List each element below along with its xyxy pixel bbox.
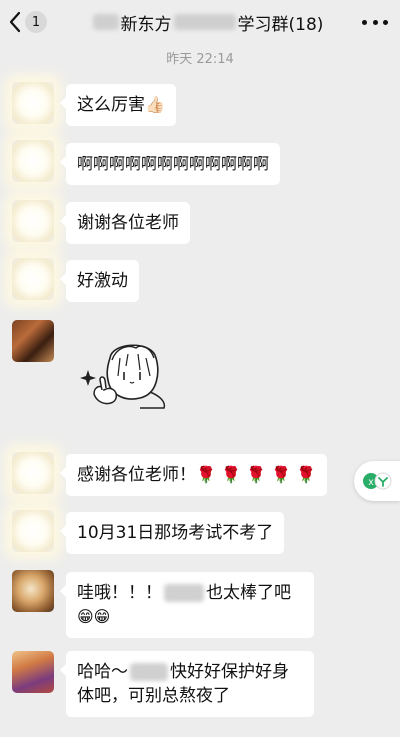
chat-title-text: 新东方 <box>120 14 172 35</box>
message-timestamp: 昨天 22:14 <box>166 52 234 67</box>
dot-icon <box>362 19 367 25</box>
message-bubble[interactable]: 10月31日那场考试不考了 <box>59 512 285 554</box>
thumbs-up-emoji: 👍🏻 <box>145 95 165 114</box>
floating-app-button[interactable]: x <box>354 461 400 501</box>
back-button[interactable]: 1 <box>8 10 54 34</box>
message-text: 快好好保护好身 <box>170 662 289 682</box>
wecom-icon: x <box>363 472 392 490</box>
message-bubble[interactable]: 好激动 <box>60 260 139 302</box>
message-text: 哇哦！！！ <box>77 583 162 603</box>
redacted-text <box>164 584 204 602</box>
message-text: 也太棒了吧 <box>206 583 291 603</box>
message-text: 啊啊啊啊啊啊啊啊啊啊啊啊 <box>77 154 270 173</box>
redacted-text <box>92 14 119 30</box>
message-bubble[interactable]: 谢谢各位老师 <box>60 202 190 244</box>
message-bubble[interactable]: 哈哈～ 快好好保护好身 体吧，可别总熬夜了 <box>60 651 314 717</box>
avatar[interactable] <box>12 651 54 693</box>
chat-header: 1 新东方 学习群(18) <box>0 0 400 44</box>
avatar[interactable] <box>12 258 54 300</box>
message-bubble[interactable]: 哇哦！！！ 也太棒了吧 😁😁 <box>60 572 314 638</box>
avatar[interactable] <box>12 320 54 362</box>
avatar[interactable] <box>12 570 54 612</box>
rose-emoji: 🌹 🌹 🌹 🌹 🌹 <box>196 465 316 484</box>
grinning-emoji: 😁😁 <box>77 607 111 626</box>
message-text: 这么厉害 <box>77 95 145 115</box>
message-bubble[interactable]: 这么厉害👍🏻 <box>60 84 176 126</box>
chat-title-suffix: 学习群(18) <box>237 14 324 35</box>
message-text: 体吧，可别总熬夜了 <box>77 686 230 706</box>
chevron-left-icon <box>9 11 21 33</box>
avatar[interactable] <box>12 82 54 124</box>
message-bubble[interactable]: 感谢各位老师！🌹 🌹 🌹 🌹 🌹 <box>60 454 327 496</box>
message-text: 谢谢各位老师 <box>77 213 179 233</box>
dot-icon <box>383 19 388 25</box>
unread-count-badge: 1 <box>25 11 47 33</box>
svg-text:x: x <box>369 477 374 488</box>
avatar[interactable] <box>12 510 54 552</box>
redacted-text <box>130 663 168 681</box>
dot-icon <box>372 19 378 25</box>
drawn-face-thumbs-up-sticker[interactable] <box>80 336 172 414</box>
message-text: 感谢各位老师！ <box>77 465 196 485</box>
avatar[interactable] <box>12 452 54 494</box>
message-bubble[interactable]: 啊啊啊啊啊啊啊啊啊啊啊啊 <box>59 143 281 185</box>
chat-title: 新东方 学习群(18) <box>64 10 350 35</box>
redacted-text <box>173 14 236 30</box>
avatar[interactable] <box>12 140 54 182</box>
avatar[interactable] <box>12 200 54 242</box>
message-text: 哈哈～ <box>77 662 128 682</box>
message-text: 好激动 <box>77 271 128 291</box>
more-options-button[interactable] <box>362 13 388 31</box>
message-text: 10月31日那场考试不考了 <box>77 523 274 543</box>
